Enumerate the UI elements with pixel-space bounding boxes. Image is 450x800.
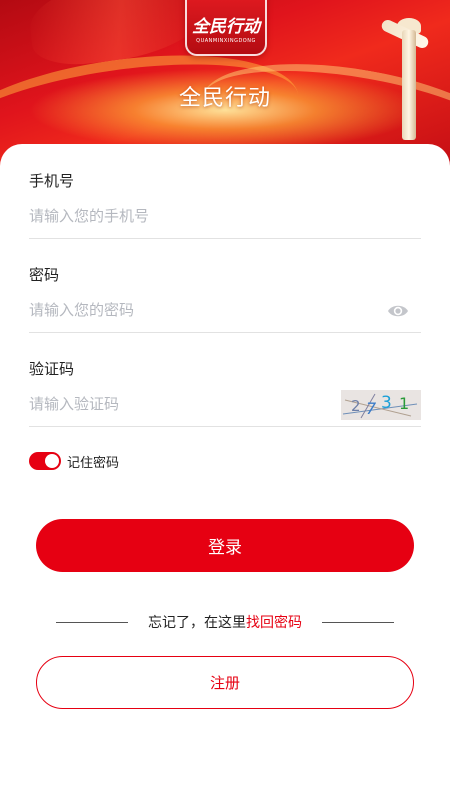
captcha-input[interactable] <box>29 390 329 418</box>
divider-left <box>56 621 128 623</box>
captcha-char: 2 <box>351 397 361 415</box>
remember-label: 记住密码 <box>67 455 120 471</box>
app-logo: 全民行动 QUANMINXINGDONG <box>185 0 267 56</box>
password-input[interactable] <box>29 296 329 324</box>
captcha-char: 3 <box>381 393 392 413</box>
password-label: 密码 <box>29 266 60 284</box>
recover-password-link[interactable]: 找回密码 <box>246 615 302 631</box>
page-title: 全民行动 <box>178 86 271 111</box>
forgot-text: 忘记了，在这里找回密码 <box>148 612 302 632</box>
captcha-image[interactable]: 2 7 3 1 <box>341 390 421 420</box>
divider-right <box>322 621 394 623</box>
captcha-field: 验证码 2 7 3 1 <box>29 332 421 427</box>
captcha-char: 7 <box>366 399 377 418</box>
forgot-password-row: 忘记了，在这里找回密码 <box>56 610 394 634</box>
captcha-label: 验证码 <box>29 360 75 378</box>
phone-input[interactable] <box>29 202 329 230</box>
register-button[interactable]: 注册 <box>36 656 414 709</box>
phone-field: 手机号 <box>29 144 421 239</box>
remember-toggle[interactable] <box>29 452 61 470</box>
eye-icon[interactable] <box>387 303 409 319</box>
forgot-prefix: 忘记了，在这里 <box>148 615 246 631</box>
remember-password[interactable]: 记住密码 <box>29 450 119 472</box>
phone-label: 手机号 <box>29 172 75 190</box>
logo-text: 全民行动 <box>192 17 260 37</box>
logo-subtext: QUANMINXINGDONG <box>196 38 256 44</box>
password-field: 密码 <box>29 238 421 333</box>
login-button[interactable]: 登录 <box>36 519 414 572</box>
toggle-knob <box>45 454 59 468</box>
captcha-char: 1 <box>399 394 409 413</box>
